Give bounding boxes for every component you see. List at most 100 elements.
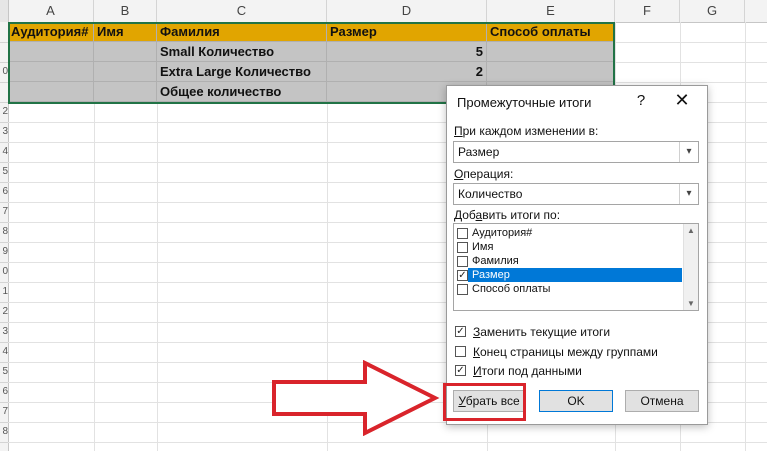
field-checkbox[interactable]: ✓ <box>457 270 468 281</box>
column-header-g[interactable]: G <box>680 0 745 22</box>
gridline <box>8 442 767 443</box>
checkbox[interactable] <box>455 346 466 357</box>
row-header[interactable] <box>0 82 8 103</box>
close-button[interactable]: ✕ <box>673 90 691 111</box>
help-button[interactable]: ? <box>633 92 649 109</box>
row-header[interactable]: 8 <box>0 422 8 443</box>
list-item[interactable]: Имя <box>472 240 493 254</box>
table-cell[interactable] <box>8 62 94 82</box>
group-by-rest: ри каждом изменении в: <box>462 124 599 138</box>
table-cell[interactable] <box>94 62 157 82</box>
header-cell-auditoria[interactable]: Аудитория# <box>8 22 94 42</box>
group-by-select[interactable]: Размер ▾ <box>453 141 699 163</box>
table-cell[interactable] <box>487 62 615 82</box>
button-rest: брать все <box>465 394 520 408</box>
scroll-down-icon[interactable]: ▼ <box>684 299 698 308</box>
field-checkbox[interactable] <box>457 242 468 253</box>
cancel-button[interactable]: Отмена <box>625 390 699 412</box>
header-cell-payment[interactable]: Способ оплаты <box>487 22 615 42</box>
function-select[interactable]: Количество ▾ <box>453 183 699 205</box>
add-to-label: Добавить итоги по: <box>454 208 560 222</box>
table-cell[interactable]: Общее количество <box>157 82 327 102</box>
column-header-c[interactable]: C <box>157 0 327 22</box>
dialog-title: Промежуточные итоги <box>457 95 592 110</box>
option-rest: онец страницы между группами <box>480 345 658 359</box>
row-header[interactable]: 3 <box>0 122 8 143</box>
option-label: Заменить текущие итоги <box>473 325 610 339</box>
function-accel: О <box>454 167 464 181</box>
table-cell[interactable] <box>8 82 94 102</box>
subtotals-dialog: Промежуточные итоги ? ✕ При каждом измен… <box>446 85 708 425</box>
table-cell[interactable] <box>94 42 157 62</box>
table-cell[interactable]: Small Количество <box>157 42 327 62</box>
field-checkbox[interactable] <box>457 284 468 295</box>
add-to-rest: вить итоги по: <box>482 208 561 222</box>
chevron-down-icon[interactable]: ▾ <box>679 142 698 162</box>
row-header[interactable]: 8 <box>0 222 8 243</box>
column-header-f[interactable]: F <box>615 0 680 22</box>
scroll-up-icon[interactable]: ▲ <box>684 226 698 235</box>
list-item[interactable]: Способ оплаты <box>472 282 550 296</box>
column-header-e[interactable]: E <box>487 0 615 22</box>
row-header[interactable]: 4 <box>0 342 8 363</box>
row-header[interactable]: 6 <box>0 382 8 403</box>
option-label: Конец страницы между группами <box>473 345 658 359</box>
table-cell[interactable] <box>487 42 615 62</box>
group-by-accel: П <box>454 124 463 138</box>
function-value: Количество <box>458 187 523 201</box>
checkbox[interactable]: ✓ <box>455 365 466 376</box>
gridline <box>745 22 746 451</box>
row-header[interactable] <box>0 22 8 43</box>
row-header[interactable]: 1 <box>0 282 8 303</box>
column-header-a[interactable]: A <box>8 0 94 22</box>
ok-button[interactable]: OK <box>539 390 613 412</box>
row-header[interactable] <box>0 42 8 63</box>
option-rest: аменить текущие итоги <box>480 325 611 339</box>
row-header[interactable]: 7 <box>0 402 8 423</box>
row-header[interactable]: 6 <box>0 182 8 203</box>
checkbox[interactable]: ✓ <box>455 326 466 337</box>
list-item[interactable]: Фамилия <box>472 254 519 268</box>
table-cell[interactable] <box>8 42 94 62</box>
remove-all-button[interactable]: Убрать все <box>453 390 525 412</box>
row-header[interactable]: 4 <box>0 142 8 163</box>
option-accel: И <box>473 364 482 378</box>
option-label: Итоги под данными <box>473 364 582 378</box>
field-checkbox[interactable] <box>457 228 468 239</box>
row-header[interactable]: 9 <box>0 242 8 263</box>
row-header[interactable]: 0 <box>0 62 8 83</box>
header-cell-name[interactable]: Имя <box>94 22 157 42</box>
add-to-pre: Доб <box>454 208 476 222</box>
table-cell[interactable]: Extra Large Количество <box>157 62 327 82</box>
chevron-down-icon[interactable]: ▾ <box>679 184 698 204</box>
column-headers: A B C D E F G <box>0 0 767 23</box>
add-subtotal-to-list[interactable]: Аудитория# Имя Фамилия Размер ✓ Способ о… <box>453 223 699 311</box>
group-by-label: При каждом изменении в: <box>454 124 598 138</box>
header-cell-size[interactable]: Размер <box>327 22 487 42</box>
button-accel: У <box>458 394 466 408</box>
row-header[interactable]: 3 <box>0 322 8 343</box>
row-header[interactable]: 5 <box>0 162 8 183</box>
table-cell[interactable]: 2 <box>327 62 487 82</box>
annotation-arrow-icon <box>272 360 440 436</box>
row-header[interactable]: 5 <box>0 362 8 383</box>
list-item[interactable]: Аудитория# <box>472 226 532 240</box>
function-rest: перация: <box>463 167 514 181</box>
column-header-b[interactable]: B <box>94 0 157 22</box>
list-item-selected[interactable]: Размер <box>468 268 682 282</box>
column-header-d[interactable]: D <box>327 0 487 22</box>
function-label: Операция: <box>454 167 513 181</box>
row-header[interactable]: 2 <box>0 302 8 323</box>
header-cell-surname[interactable]: Фамилия <box>157 22 327 42</box>
row-header[interactable]: 2 <box>0 102 8 123</box>
list-scrollbar[interactable]: ▲ ▼ <box>683 224 698 310</box>
field-checkbox[interactable] <box>457 256 468 267</box>
list-item-label: Размер <box>472 269 510 281</box>
row-header[interactable]: 7 <box>0 202 8 223</box>
table-cell[interactable]: 5 <box>327 42 487 62</box>
group-by-value: Размер <box>458 145 500 159</box>
option-accel: К <box>473 345 480 359</box>
row-header[interactable]: 0 <box>0 262 8 283</box>
table-cell[interactable] <box>94 82 157 102</box>
option-rest: тоги под данными <box>481 364 582 378</box>
